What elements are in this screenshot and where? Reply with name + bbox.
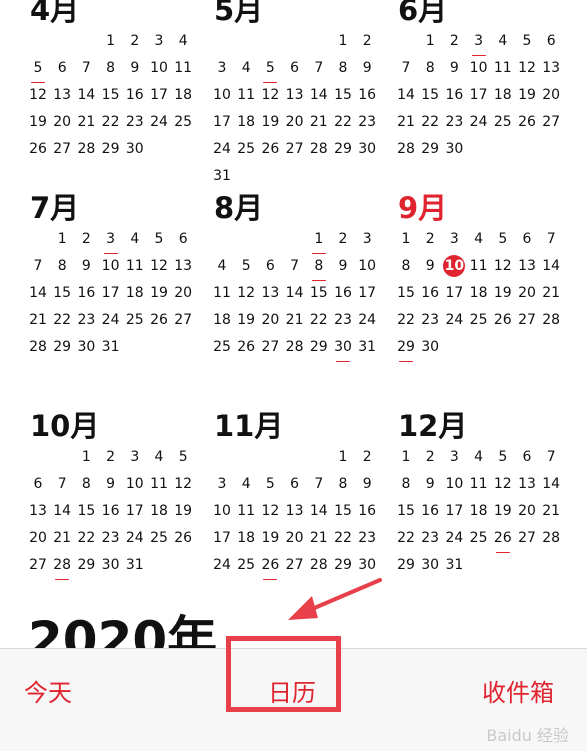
annotation-arrow: [288, 578, 382, 620]
today-date: 10: [442, 255, 466, 277]
baidu-watermark: Baidu 经验: [486, 726, 569, 745]
